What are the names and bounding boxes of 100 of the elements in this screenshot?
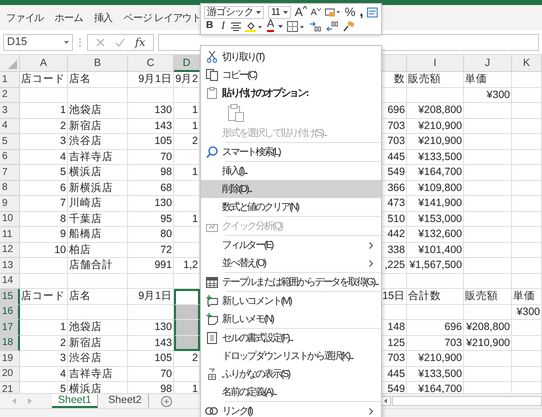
table-cell: 2: [20, 336, 68, 351]
table-cell: 店名: [68, 72, 128, 88]
increase-decimal-icon[interactable]: [309, 20, 322, 32]
grow-font-button[interactable]: A: [294, 6, 307, 18]
row-header[interactable]: 21: [0, 382, 20, 393]
row-header[interactable]: 13: [0, 258, 20, 274]
row-header[interactable]: 7: [0, 165, 20, 180]
table-cell: 販売額: [464, 289, 512, 304]
row-header[interactable]: 6: [0, 150, 20, 165]
shrink-font-button[interactable]: A: [310, 8, 321, 16]
menu-item[interactable]: 切り取り(T): [201, 48, 381, 66]
scissors-icon: [206, 51, 216, 63]
font-color-button[interactable]: A: [266, 20, 274, 32]
column-header[interactable]: K: [512, 55, 542, 72]
row-header[interactable]: 4: [0, 118, 20, 134]
row-header[interactable]: 1: [0, 72, 20, 88]
row-header[interactable]: 20: [0, 366, 20, 382]
table-cell: 1: [20, 320, 68, 336]
row-header[interactable]: 11: [0, 227, 20, 242]
chevron-right-icon: [369, 242, 373, 248]
row-header[interactable]: 9: [0, 196, 20, 212]
horizontal-scrollbar[interactable]: [392, 396, 542, 406]
format-painter-icon[interactable]: [343, 20, 356, 32]
empty-cell: [464, 304, 512, 320]
column-header[interactable]: A: [20, 55, 68, 72]
table-cell: 10: [20, 242, 68, 258]
empty-cell: [512, 180, 542, 196]
table-cell: ¥164,700: [407, 165, 464, 180]
table-cell: 渋谷店: [68, 134, 128, 150]
table-cell: ¥208,800: [407, 103, 464, 118]
align-center-icon[interactable]: [230, 22, 241, 30]
currency-format-icon[interactable]: [324, 6, 341, 18]
caret-icon[interactable]: [278, 24, 284, 28]
row-header[interactable]: 15: [0, 289, 20, 304]
menu-item[interactable]: 削除(D)...: [201, 180, 381, 198]
table-cell: ¥109,800: [407, 180, 464, 196]
empty-cell: [464, 196, 512, 212]
table-cell: 池袋店: [68, 320, 128, 336]
ribbon-tab[interactable]: ホーム: [54, 10, 83, 24]
font-size-field[interactable]: 11: [268, 6, 291, 18]
row-header[interactable]: 14: [0, 274, 20, 289]
fill-color-icon[interactable]: [244, 20, 263, 32]
selected-cell[interactable]: [174, 289, 200, 304]
table-cell: 98: [128, 165, 174, 180]
column-header[interactable]: C: [128, 55, 174, 72]
empty-cell: [68, 304, 128, 320]
row-header[interactable]: 10: [0, 212, 20, 227]
add-sheet-icon[interactable]: [160, 396, 172, 406]
caret-icon: [256, 10, 261, 14]
selected-cell[interactable]: [174, 304, 200, 320]
row-header[interactable]: 12: [0, 242, 20, 258]
font-name-field[interactable]: 游ゴシック: [204, 6, 264, 18]
table-cell: 80: [128, 227, 174, 242]
empty-cell: [512, 336, 542, 351]
column-header[interactable]: J: [464, 55, 512, 72]
column-header[interactable]: D: [174, 55, 200, 72]
empty-cell: [512, 196, 542, 212]
sheet-tab[interactable]: Sheet1: [52, 394, 98, 408]
check-icon[interactable]: [115, 38, 125, 46]
ribbon-tab[interactable]: ファイル: [6, 10, 44, 24]
row-header[interactable]: 19: [0, 351, 20, 366]
empty-cell: [512, 274, 542, 289]
table-cell: 吉祥寺店: [68, 366, 128, 382]
row-header[interactable]: 17: [0, 320, 20, 336]
menu-item[interactable]: テーブルまたは範囲からデータを取得(G)...: [201, 273, 381, 291]
table-cell: 70: [128, 366, 174, 382]
italic-button[interactable]: I: [219, 20, 227, 32]
menu-item[interactable]: 名前の定義(A)...: [201, 383, 381, 401]
row-header[interactable]: 8: [0, 180, 20, 196]
selected-cell[interactable]: [174, 336, 200, 351]
selected-cell[interactable]: [174, 320, 200, 336]
menu-heading: 貼り付けのオプション:: [222, 86, 308, 100]
column-header[interactable]: I: [407, 55, 464, 72]
empty-cell: [464, 118, 512, 134]
insert-function-button[interactable]: fx: [135, 36, 146, 48]
table-cell: 1: [20, 103, 68, 118]
table-cell: ¥300: [512, 304, 542, 320]
percent-style-button[interactable]: %: [344, 6, 356, 18]
name-box[interactable]: D15: [3, 34, 73, 50]
empty-cell: [512, 150, 542, 165]
ribbon-tab[interactable]: ページ レイアウト: [124, 10, 202, 24]
row-header[interactable]: 18: [0, 336, 20, 351]
menu-item[interactable]: リンク(I): [201, 402, 381, 417]
empty-cell: [68, 274, 128, 289]
row-header[interactable]: 2: [0, 88, 20, 103]
comma-style-button[interactable]: ,: [359, 6, 364, 18]
empty-cell: [128, 88, 174, 103]
row-header[interactable]: 16: [0, 304, 20, 320]
ribbon-tab[interactable]: 挿入: [94, 10, 113, 24]
column-header[interactable]: B: [68, 55, 128, 72]
scroll-left-icon[interactable]: [381, 396, 391, 406]
row-header[interactable]: 5: [0, 134, 20, 150]
borders-icon[interactable]: [287, 20, 306, 32]
row-header[interactable]: 3: [0, 103, 20, 118]
bold-button[interactable]: B: [204, 21, 216, 31]
wrap-text-icon[interactable]: [367, 6, 378, 18]
table-cell: ¥132,600: [407, 227, 464, 242]
table-cell: 6: [20, 180, 68, 196]
table-cell: 池袋店: [68, 103, 128, 118]
decrease-decimal-icon[interactable]: [326, 20, 340, 32]
